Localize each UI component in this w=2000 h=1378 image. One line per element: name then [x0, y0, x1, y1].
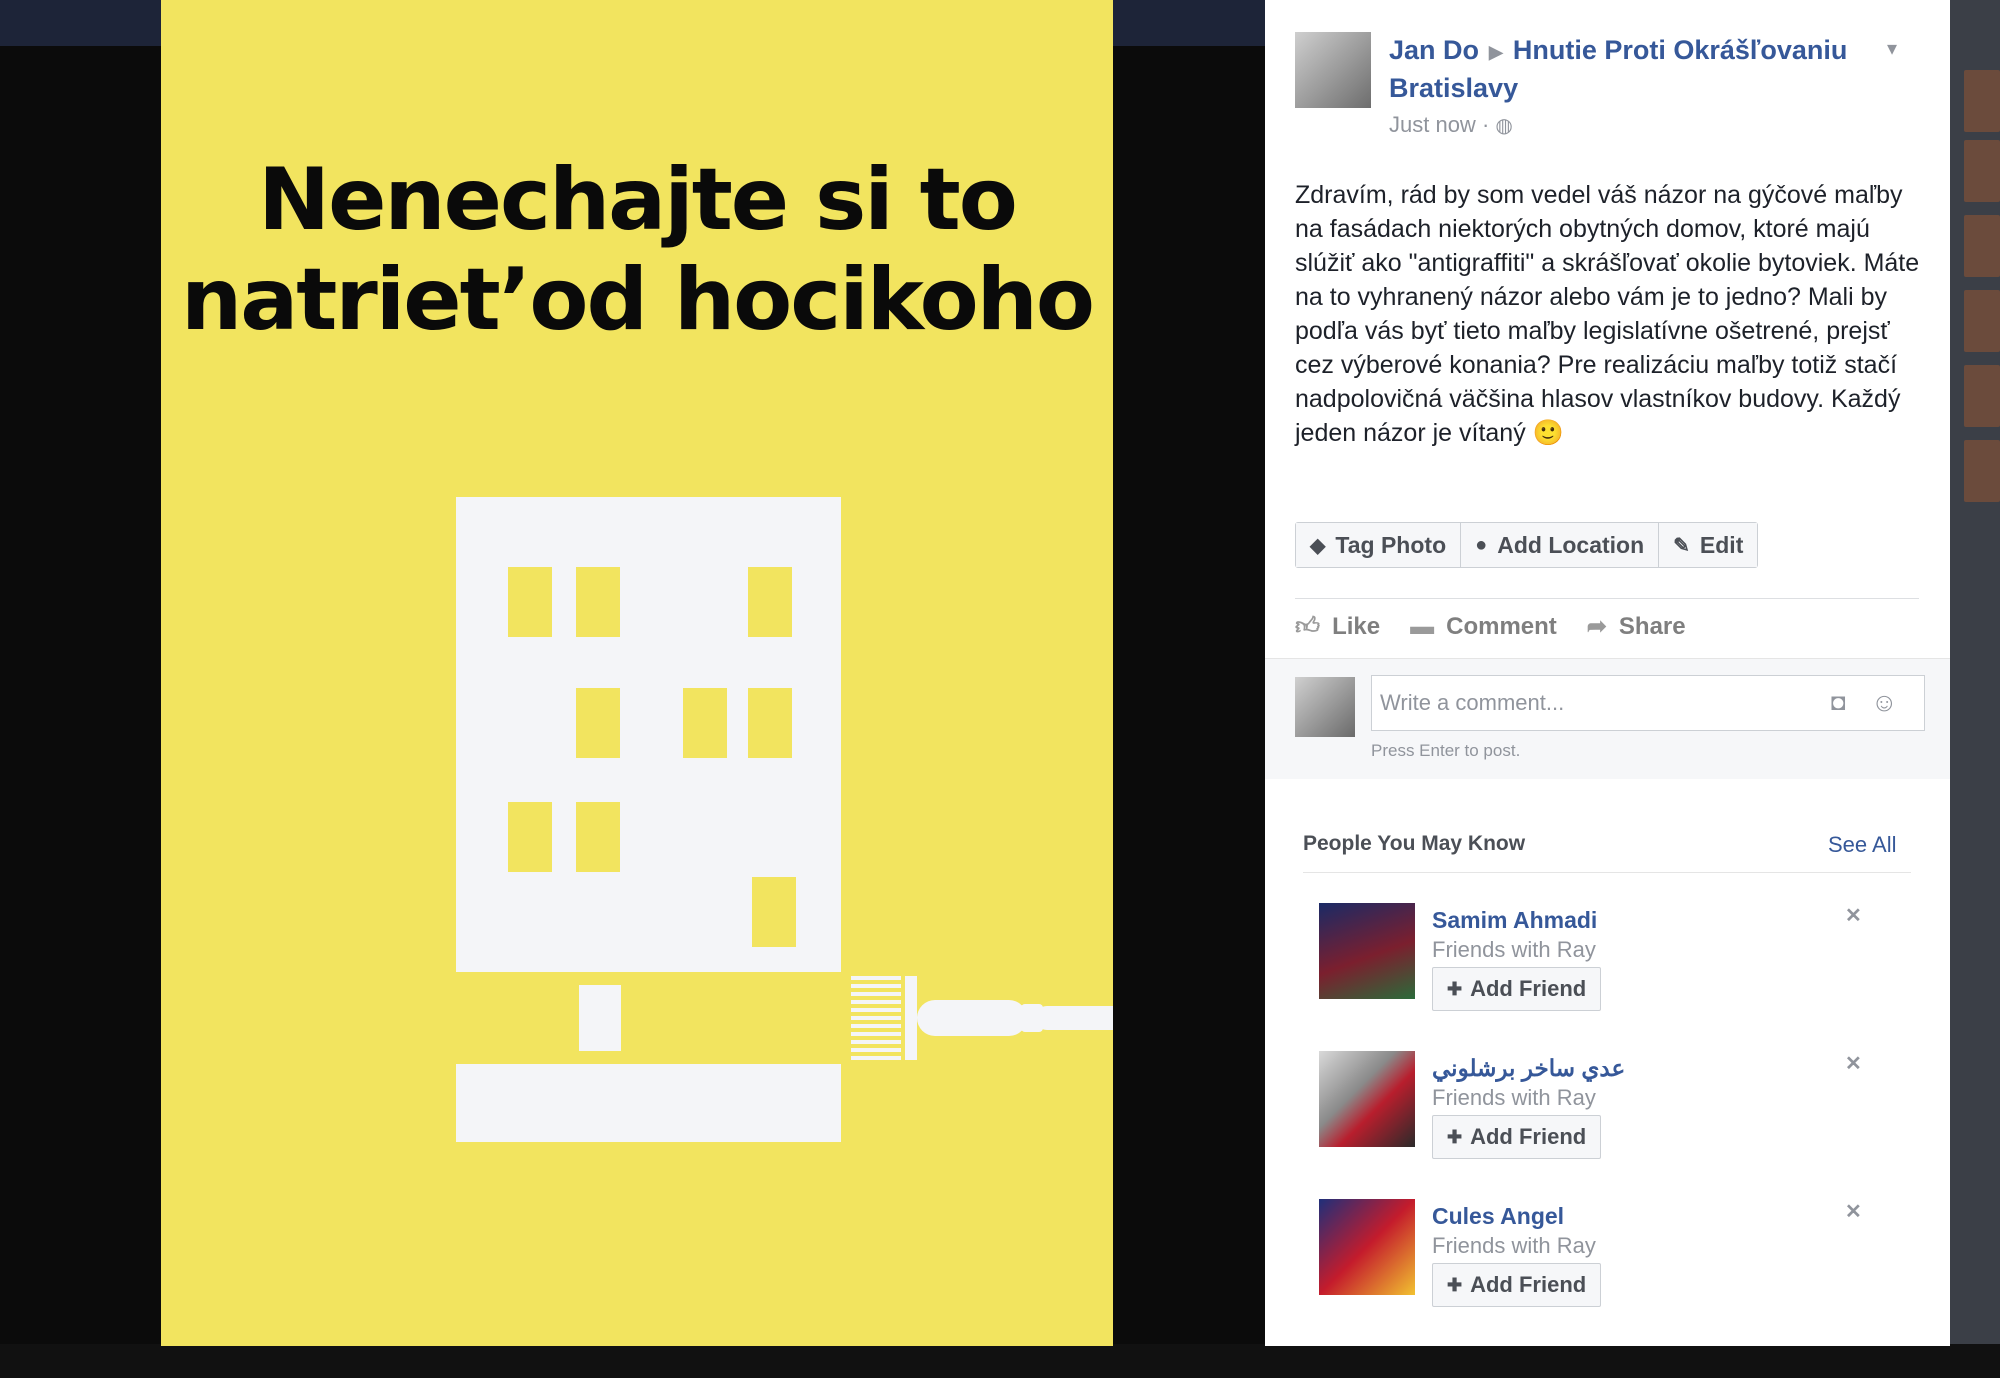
thumbs-up-icon: 👍︎ [1295, 612, 1321, 640]
add-friend-label: Add Friend [1470, 976, 1587, 1001]
camera-icon[interactable]: ◘ [1831, 689, 1846, 717]
location-pin-icon: ● [1475, 533, 1488, 556]
divider [1295, 598, 1919, 599]
painted-window [579, 985, 621, 1051]
comment-composer: ◘ ☺ Press Enter to post. [1265, 658, 1950, 779]
add-friend-icon: ✚ [1447, 1126, 1463, 1147]
tag-photo-button[interactable]: ◆ Tag Photo [1296, 523, 1462, 567]
add-friend-icon: ✚ [1447, 978, 1463, 999]
comment-label: Comment [1446, 612, 1557, 640]
person-photo[interactable] [1319, 903, 1415, 999]
share-button[interactable]: ➦ Share [1587, 612, 1686, 641]
like-label: Like [1332, 612, 1381, 640]
background-bottom-bar [0, 1344, 2000, 1378]
pymk-title: People You May Know [1303, 832, 1526, 855]
meta-separator: · [1481, 112, 1490, 137]
mutual-friends-text: Friends with Ray [1432, 1233, 1596, 1258]
add-friend-button[interactable]: ✚ Add Friend [1432, 1115, 1602, 1159]
pymk-person: Samim Ahmadi Friends with Ray ✚ Add Frie… [1319, 903, 1919, 1013]
smiley-icon[interactable]: ☺ [1871, 687, 1898, 718]
background-thumbnail [1964, 290, 2000, 352]
person-name-link[interactable]: Cules Angel [1432, 1203, 1564, 1230]
photo-toolbar: ◆ Tag Photo ● Add Location ✎ Edit [1295, 522, 1759, 568]
mutual-friends-text: Friends with Ray [1432, 1085, 1596, 1110]
comment-button[interactable]: ▬ Comment [1410, 612, 1557, 641]
divider [1303, 872, 1911, 873]
add-location-button[interactable]: ● Add Location [1461, 523, 1660, 567]
person-name-link[interactable]: Samim Ahmadi [1432, 907, 1597, 934]
edit-button[interactable]: ✎ Edit [1659, 523, 1758, 567]
add-friend-label: Add Friend [1470, 1272, 1587, 1297]
post-meta: Just now · ◍ [1389, 112, 1513, 138]
building-base [456, 1064, 841, 1142]
tag-icon: ◆ [1310, 534, 1326, 557]
close-icon[interactable]: ✕ [1845, 1051, 1862, 1076]
background-thumbnail [1964, 365, 2000, 427]
person-photo[interactable] [1319, 1051, 1415, 1147]
like-button[interactable]: 👍︎ Like [1295, 612, 1380, 641]
post-actions: 👍︎ Like ▬ Comment ➦ Share [1295, 612, 1686, 641]
chevron-down-icon[interactable]: ▾ [1887, 36, 1897, 61]
person-photo[interactable] [1319, 1199, 1415, 1295]
author-avatar[interactable] [1295, 32, 1371, 108]
pymk-person: Cules Angel Friends with Ray ✚ Add Frien… [1319, 1199, 1919, 1309]
building-illustration [456, 497, 1113, 1142]
edit-label: Edit [1699, 531, 1744, 558]
author-name-link[interactable]: Jan Do [1389, 35, 1479, 65]
triangle-right-icon: ▶ [1489, 41, 1503, 62]
pymk-person: عدي ساخر برشلوني Friends with Ray ✚ Add … [1319, 1051, 1919, 1161]
tag-photo-label: Tag Photo [1335, 531, 1447, 558]
speech-bubble-icon: ▬ [1410, 612, 1435, 640]
add-location-label: Add Location [1497, 531, 1645, 558]
post-timestamp[interactable]: Just now [1389, 112, 1476, 137]
globe-icon[interactable]: ◍ [1495, 115, 1512, 137]
mutual-friends-text: Friends with Ray [1432, 937, 1596, 962]
background-right-strip [1950, 0, 2000, 1378]
background-thumbnail [1964, 440, 2000, 502]
add-friend-button[interactable]: ✚ Add Friend [1432, 1263, 1602, 1307]
pencil-icon: ✎ [1673, 534, 1690, 557]
comment-hint: Press Enter to post. [1371, 741, 1521, 760]
background-thumbnail [1964, 140, 2000, 202]
close-icon[interactable]: ✕ [1845, 903, 1862, 928]
post-photo[interactable]: Nenechajte si to natriet’od hocikoho [161, 0, 1113, 1346]
see-all-link[interactable]: See All [1828, 832, 1897, 858]
add-friend-icon: ✚ [1447, 1274, 1463, 1295]
post-header: Jan Do ▶ Hnutie Proti Okrášľovaniu Bratisl… [1389, 32, 1869, 106]
close-icon[interactable]: ✕ [1845, 1199, 1862, 1224]
post-message: Zdravím, rád by som vedel váš názor na g… [1295, 181, 1920, 447]
background-thumbnail [1964, 70, 2000, 132]
person-name-link[interactable]: عدي ساخر برشلوني [1432, 1055, 1625, 1082]
viewer-avatar [1295, 677, 1355, 737]
post-side-panel: Jan Do ▶ Hnutie Proti Okrášľovaniu Bratisl… [1265, 0, 1950, 1346]
background-thumbnail [1964, 215, 2000, 277]
add-friend-button[interactable]: ✚ Add Friend [1432, 967, 1602, 1011]
paint-brush-bristles [851, 976, 901, 1060]
paint-roller-handle [1035, 1006, 1113, 1030]
share-arrow-icon: ➦ [1586, 613, 1607, 640]
add-friend-label: Add Friend [1470, 1124, 1587, 1149]
share-label: Share [1618, 612, 1686, 640]
